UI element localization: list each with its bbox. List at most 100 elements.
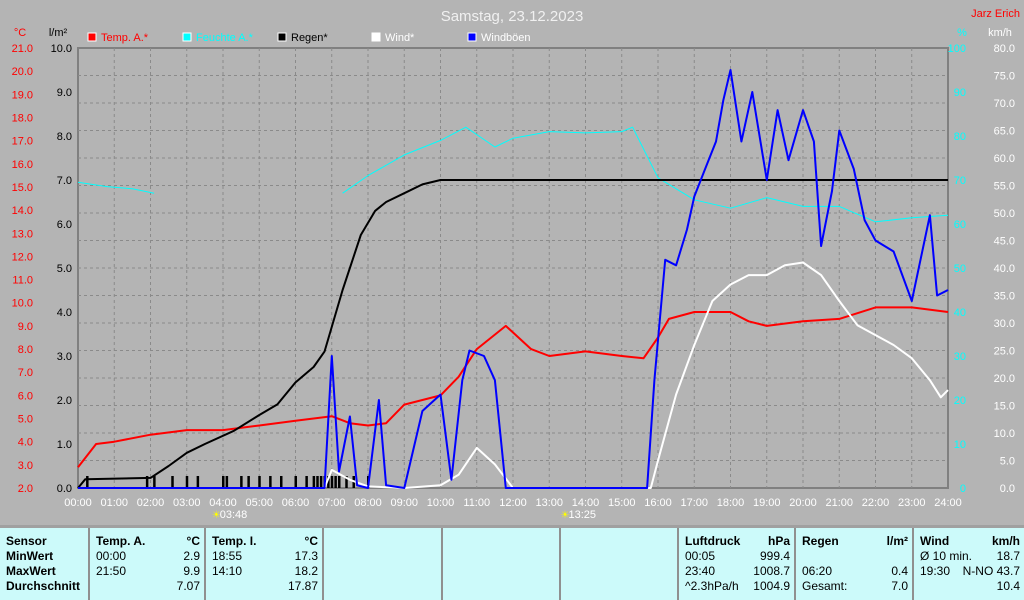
value: 999.4 xyxy=(759,549,790,563)
col-rain: Regen l/m² 06:20 0.4 Gesamt: 7.0 xyxy=(796,528,914,600)
rain-bar xyxy=(338,476,341,488)
value: 18.2 xyxy=(294,564,318,578)
value: 9.9 xyxy=(183,564,200,578)
temp-tick-label: 6.0 xyxy=(18,390,33,402)
temp-tick-label: 20.0 xyxy=(12,66,33,78)
header: Temp. A. xyxy=(96,534,146,548)
time: 19:30 xyxy=(920,564,951,578)
temp-tick-label: 13.0 xyxy=(12,228,33,240)
hum-tick-label: 20 xyxy=(954,395,966,407)
value: N-NO 43.7 xyxy=(962,564,1020,578)
row-label: MinWert xyxy=(6,549,54,563)
rain-tick-label: 3.0 xyxy=(57,351,72,363)
temp-tick-label: 7.0 xyxy=(18,367,33,379)
temp-tick-label: 8.0 xyxy=(18,344,33,356)
time: 00:00 xyxy=(96,549,127,563)
legend-label: Wind* xyxy=(385,32,415,44)
wind-tick-label: 30.0 xyxy=(994,318,1015,330)
x-tick-label: 18:00 xyxy=(717,497,745,509)
x-tick-label: 08:00 xyxy=(354,497,382,509)
value: 18.7 xyxy=(996,549,1020,563)
wind-tick-label: 35.0 xyxy=(994,291,1015,303)
rain-bar xyxy=(258,476,261,488)
hum-tick-label: 0 xyxy=(960,483,966,495)
temp-axis-unit: °C xyxy=(14,27,26,39)
col-wind: Wind km/h Ø 10 min. 18.7 19:30 N-NO 43.7 10… xyxy=(914,528,1024,600)
rain-bar xyxy=(330,476,334,488)
value: 1004.9 xyxy=(753,579,790,593)
rain-bar xyxy=(280,476,283,488)
wind-tick-label: 65.0 xyxy=(994,126,1015,138)
time: 21:50 xyxy=(96,564,127,578)
legend-swatch xyxy=(182,32,192,42)
value: 17.3 xyxy=(294,549,318,563)
x-tick-label: 01:00 xyxy=(100,497,128,509)
col-empty xyxy=(561,528,679,600)
legend-label: Regen* xyxy=(291,32,328,44)
value: 1008.7 xyxy=(753,564,790,578)
rain-tick-label: 6.0 xyxy=(57,219,72,231)
rain-tick-label: 10.0 xyxy=(51,43,72,55)
x-tick-label: 14:00 xyxy=(572,497,600,509)
legend-swatch xyxy=(467,32,477,42)
hum-tick-label: 40 xyxy=(954,307,966,319)
x-tick-label: 00:00 xyxy=(64,497,92,509)
x-tick-label: 02:00 xyxy=(137,497,165,509)
col-temp-a: Temp. A. °C 00:00 2.9 21:50 9.9 7.07 xyxy=(90,528,206,600)
legend-label: Feuchte A.* xyxy=(196,32,254,44)
col-pressure: Luftdruck hPa 00:05 999.4 23:40 1008.7 ^2.3… xyxy=(679,528,796,600)
rain-tick-label: 1.0 xyxy=(57,439,72,451)
header: Regen xyxy=(802,534,839,548)
wind-tick-label: 80.0 xyxy=(994,43,1015,55)
hum-tick-label: 50 xyxy=(954,263,966,275)
header: Wind xyxy=(920,534,950,548)
rain-bar xyxy=(247,476,250,488)
header: Temp. I. xyxy=(212,534,257,548)
value: 7.07 xyxy=(176,579,200,593)
wind-tick-label: 50.0 xyxy=(994,208,1015,220)
hum-tick-label: 90 xyxy=(954,87,966,99)
wind-tick-label: 55.0 xyxy=(994,181,1015,193)
trend: ^2.3hPa/h xyxy=(685,579,739,593)
x-tick-label: 07:00 xyxy=(318,497,346,509)
legend-swatch xyxy=(277,32,287,42)
temp-tick-label: 12.0 xyxy=(12,251,33,263)
value: 10.4 xyxy=(996,579,1020,593)
wind-tick-label: 5.0 xyxy=(1000,456,1015,468)
unit: °C xyxy=(186,534,200,548)
time: 14:10 xyxy=(212,564,243,578)
legend-swatch xyxy=(87,32,97,42)
col-empty xyxy=(443,528,561,600)
hum-tick-label: 60 xyxy=(954,219,966,231)
x-tick-label: 20:00 xyxy=(789,497,817,509)
value: 17.87 xyxy=(287,579,318,593)
rain-tick-label: 0.0 xyxy=(57,483,72,495)
rain-bar xyxy=(222,476,225,488)
value: 7.0 xyxy=(891,579,908,593)
rain-bar xyxy=(319,476,323,488)
hum-tick-label: 30 xyxy=(954,351,966,363)
temp-tick-label: 4.0 xyxy=(18,437,33,449)
rain-bar xyxy=(294,476,297,488)
col-sensor: Sensor MinWert MaxWert Durchschnitt xyxy=(0,528,90,600)
temp-tick-label: 10.0 xyxy=(12,298,33,310)
temp-tick-label: 15.0 xyxy=(12,182,33,194)
x-tick-label: 12:00 xyxy=(499,497,527,509)
unit: l/m² xyxy=(886,534,908,548)
hum-tick-label: 80 xyxy=(954,131,966,143)
x-tick-label: 05:00 xyxy=(245,497,273,509)
temp-tick-label: 16.0 xyxy=(12,159,33,171)
wind-tick-label: 75.0 xyxy=(994,71,1015,83)
rain-bar xyxy=(86,476,89,488)
wind-tick-label: 70.0 xyxy=(994,98,1015,110)
wind-tick-label: 20.0 xyxy=(994,373,1015,385)
wind-tick-label: 25.0 xyxy=(994,346,1015,358)
wind-tick-label: 60.0 xyxy=(994,153,1015,165)
rain-bar xyxy=(153,476,156,488)
rain-tick-label: 5.0 xyxy=(57,263,72,275)
x-tick-label: 22:00 xyxy=(862,497,890,509)
x-tick-label: 21:00 xyxy=(825,497,853,509)
row-label: Durchschnitt xyxy=(6,579,81,593)
temp-tick-label: 2.0 xyxy=(18,483,33,495)
rain-bar xyxy=(185,476,189,488)
